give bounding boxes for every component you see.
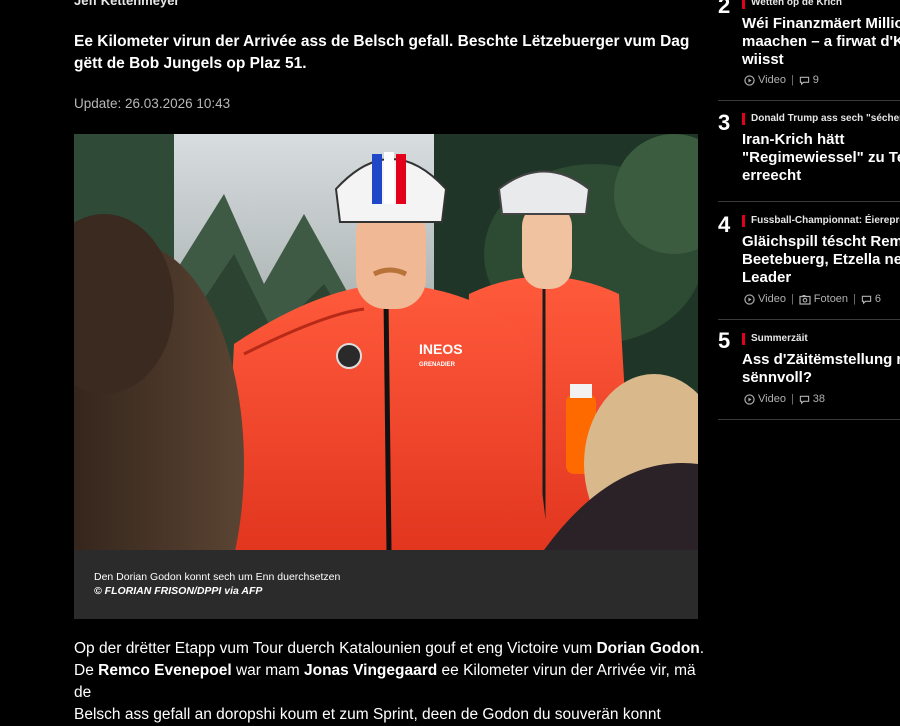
divider xyxy=(718,419,900,420)
play-icon xyxy=(744,393,755,405)
svg-text:GRENADIER: GRENADIER xyxy=(419,362,456,368)
item-title-line[interactable]: Leader xyxy=(742,269,791,287)
item-title-line[interactable]: "Regimewiessel" zu Teh xyxy=(742,149,900,167)
item-title-line[interactable]: sënnvoll? xyxy=(742,369,812,387)
photo-caption-box: Den Dorian Godon konnt sech um Enn duerc… xyxy=(74,550,698,619)
comment-icon xyxy=(799,395,809,404)
item-title-line[interactable]: maachen – a firwat d'K xyxy=(742,33,900,51)
comment-icon xyxy=(861,295,872,304)
item-title-line[interactable]: wiisst xyxy=(742,51,784,69)
item-kicker: Summerzäit xyxy=(742,333,808,345)
photo-credit: © FLORIAN FRISON/DPPI via AFP xyxy=(94,585,263,597)
most-read-sidebar: 2 Wetten op de Krich Wéi Finanzmäert Mil… xyxy=(718,0,900,700)
item-kicker: Wetten op de Krich xyxy=(742,0,842,9)
divider xyxy=(718,100,900,101)
svg-text:INEOS: INEOS xyxy=(419,341,463,357)
item-rank: 4 xyxy=(718,212,731,237)
item-title-line[interactable]: Ass d'Zäitëmstellung n xyxy=(742,351,900,369)
item-meta: Video | Fotoen | 6 xyxy=(744,293,881,305)
item-meta: Video | 9 xyxy=(744,74,819,86)
item-rank: 5 xyxy=(718,328,731,353)
item-title-line[interactable]: Beetebuerg, Etzella ne xyxy=(742,251,900,269)
item-title-line[interactable]: erreecht xyxy=(742,167,801,185)
link-remco-evenepoel[interactable]: Remco Evenepoel xyxy=(98,662,232,679)
play-icon xyxy=(744,293,755,305)
article-body: Op der drëtter Etapp vum Tour duerch Kat… xyxy=(74,640,705,723)
item-rank: 2 xyxy=(718,0,731,18)
photo-icon xyxy=(799,294,811,305)
divider xyxy=(718,201,900,202)
article-lead: Ee Kilometer virun der Arrivée ass de Be… xyxy=(74,33,690,72)
item-rank: 3 xyxy=(718,110,731,135)
item-meta: Video | 38 xyxy=(744,393,825,405)
play-icon xyxy=(744,74,755,86)
update-timestamp: Update: 26.03.2026 10:43 xyxy=(74,96,231,111)
item-title-line[interactable]: Wéi Finanzmäert Millio xyxy=(742,15,900,33)
item-title-line[interactable]: Gläichspill téscht Rem xyxy=(742,233,900,251)
item-kicker: Donald Trump ass sech "sécher" xyxy=(742,113,900,125)
divider xyxy=(718,319,900,320)
comment-icon xyxy=(799,76,809,85)
item-title-line[interactable]: Iran-Krich hätt xyxy=(742,131,845,149)
item-kicker: Fussball-Championnat: Éierepromo xyxy=(742,215,900,227)
article-photo[interactable]: INEOS GRENADIER xyxy=(74,134,698,550)
author-name[interactable]: Jeff Kettenmeyer xyxy=(74,0,180,8)
link-dorian-godon[interactable]: Dorian Godon xyxy=(596,640,699,657)
link-jonas-vingegaard[interactable]: Jonas Vingegaard xyxy=(304,662,437,679)
photo-caption: Den Dorian Godon konnt sech um Enn duerc… xyxy=(94,571,341,583)
